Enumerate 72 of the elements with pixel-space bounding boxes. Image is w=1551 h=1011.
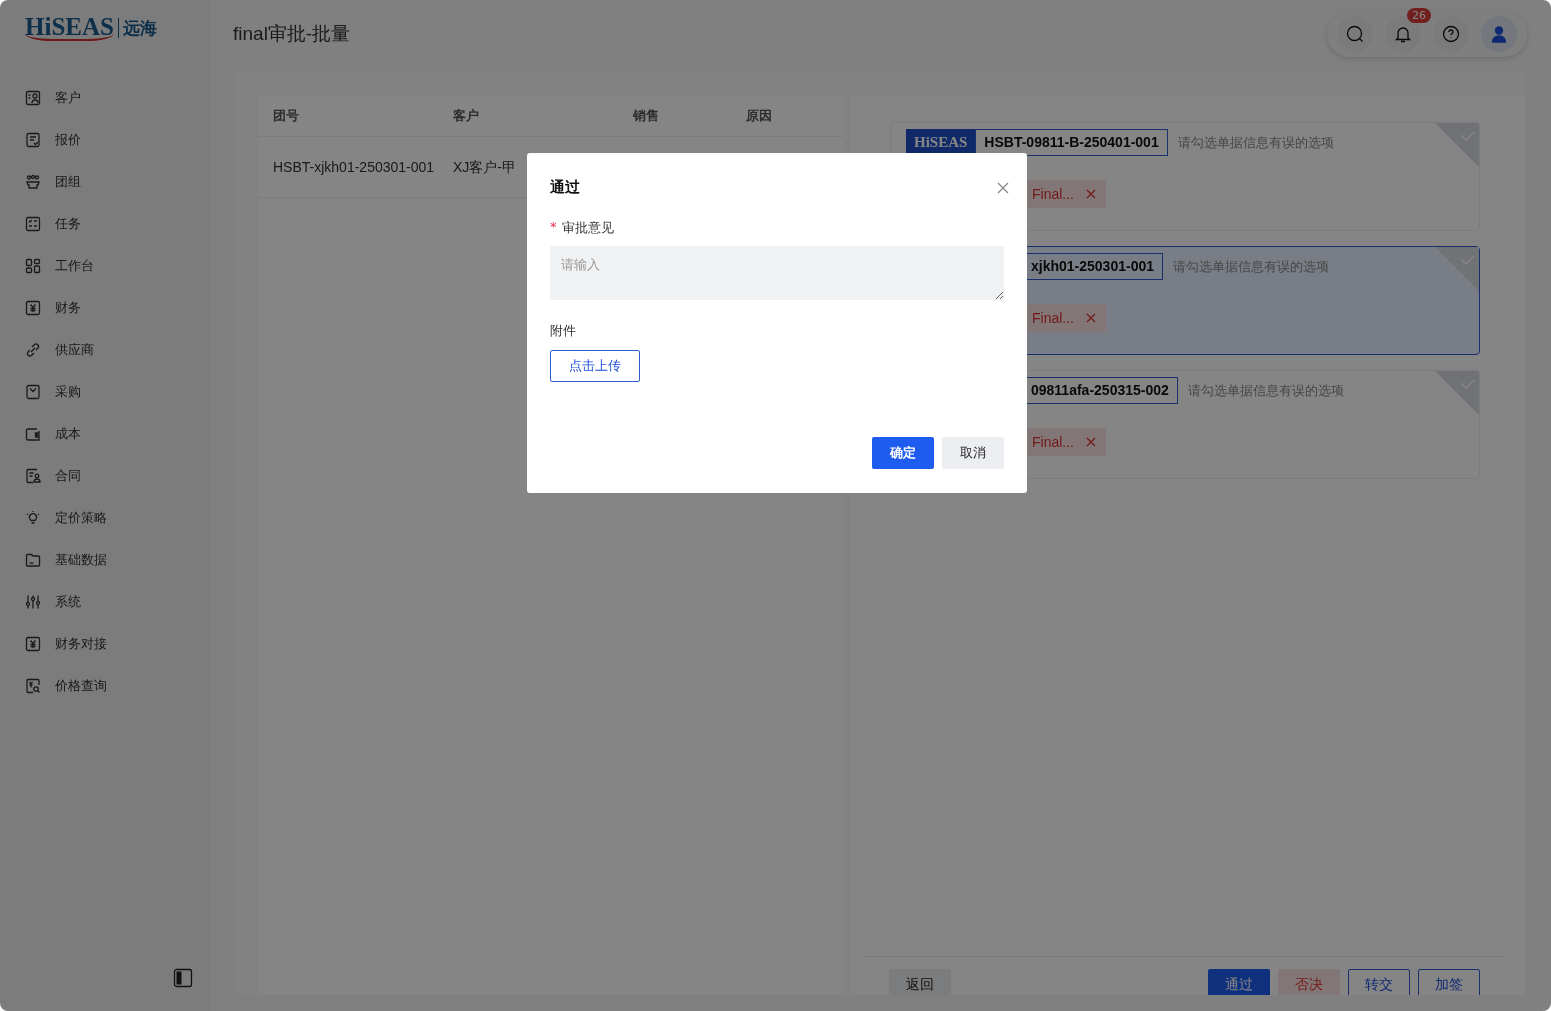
wallet-icon: [25, 426, 41, 442]
sidebar-item[interactable]: 系统: [0, 581, 210, 623]
action-button[interactable]: 通过: [1208, 969, 1270, 995]
price-search-icon: [25, 678, 41, 694]
search-button[interactable]: [1337, 16, 1373, 52]
sidebar-item[interactable]: 成本: [0, 413, 210, 455]
logo: HiSEAS: [25, 15, 114, 41]
link-icon: [25, 342, 41, 358]
close-icon: [1086, 189, 1096, 199]
sidebar-item[interactable]: 财务: [0, 287, 210, 329]
hint-text: 请勾选单据信息有误的选项: [1173, 257, 1329, 276]
lightbulb-icon: [25, 510, 41, 526]
sidebar-item[interactable]: 财务对接: [0, 623, 210, 665]
dialog-button[interactable]: 取消: [942, 437, 1004, 469]
hint-text: 请勾选单据信息有误的选项: [1187, 381, 1344, 400]
sidebar-item[interactable]: 供应商: [0, 329, 210, 371]
upload-button[interactable]: 点击上传: [550, 350, 640, 382]
document-icon: [25, 132, 41, 148]
page-title: final审批-批量: [233, 22, 351, 46]
required-mark: *: [550, 219, 557, 236]
search-icon: [1345, 24, 1365, 44]
column-header: 原因: [745, 107, 773, 125]
contract-icon: [25, 468, 41, 484]
help-button[interactable]: [1433, 16, 1469, 52]
dialog-button[interactable]: 确定: [872, 437, 934, 469]
checklist-icon: [25, 216, 41, 232]
field-label: 审批意见: [561, 219, 614, 237]
folder-icon: [25, 552, 41, 568]
sidebar-item[interactable]: 合同: [0, 455, 210, 497]
close-icon[interactable]: [997, 182, 1009, 194]
hint-text: 请勾选单据信息有误的选项: [1177, 133, 1334, 152]
action-button[interactable]: 加签: [1418, 969, 1480, 995]
sliders-icon: [25, 594, 41, 610]
tag-label: Final...: [1032, 434, 1074, 450]
tag-label: Final...: [1032, 186, 1074, 202]
sidebar-item[interactable]: 团组: [0, 161, 210, 203]
bag-icon: [25, 384, 41, 400]
people-icon: [25, 174, 41, 190]
tag-label: Final...: [1032, 310, 1074, 326]
corner-check-icon: [1435, 247, 1479, 291]
bell-icon: [1393, 24, 1413, 44]
close-icon: [1086, 313, 1096, 323]
sidebar-item[interactable]: 客户: [0, 77, 210, 119]
table-cell-text: XJ客户-甲: [452, 158, 517, 177]
action-button[interactable]: 转交: [1348, 969, 1410, 995]
action-button[interactable]: 否决: [1278, 969, 1340, 995]
column-header: 团号: [272, 107, 300, 125]
sidebar-item[interactable]: 任务: [0, 203, 210, 245]
yen-icon: [25, 300, 41, 316]
grid-icon: [25, 258, 41, 274]
user-button[interactable]: [1481, 16, 1517, 52]
help-icon: [1441, 24, 1461, 44]
column-header: 客户: [452, 107, 480, 125]
sidebar-item[interactable]: 工作台: [0, 245, 210, 287]
close-icon: [1086, 437, 1096, 447]
sidebar-toggle-icon[interactable]: [173, 968, 193, 988]
notification-badge: 26: [1407, 8, 1431, 23]
sidebar-item[interactable]: 基础数据: [0, 539, 210, 581]
sidebar-item[interactable]: 价格查询: [0, 665, 210, 707]
sidebar-item[interactable]: 采购: [0, 371, 210, 413]
dialog-title: 通过: [550, 178, 580, 197]
yen-icon: [25, 636, 41, 652]
sidebar-item[interactable]: 定价策略: [0, 497, 210, 539]
input-field[interactable]: 请输入: [550, 246, 1004, 300]
field-label: 附件: [550, 322, 577, 340]
logo-text: 远海: [117, 18, 157, 38]
contact-card-icon: [25, 90, 41, 106]
sidebar-item[interactable]: 报价: [0, 119, 210, 161]
user-icon: [1489, 24, 1509, 44]
action-button[interactable]: 返回: [889, 969, 951, 995]
table-cell-text: HSBT-xjkh01-250301-001: [272, 158, 436, 177]
column-header: 销售: [631, 107, 660, 125]
